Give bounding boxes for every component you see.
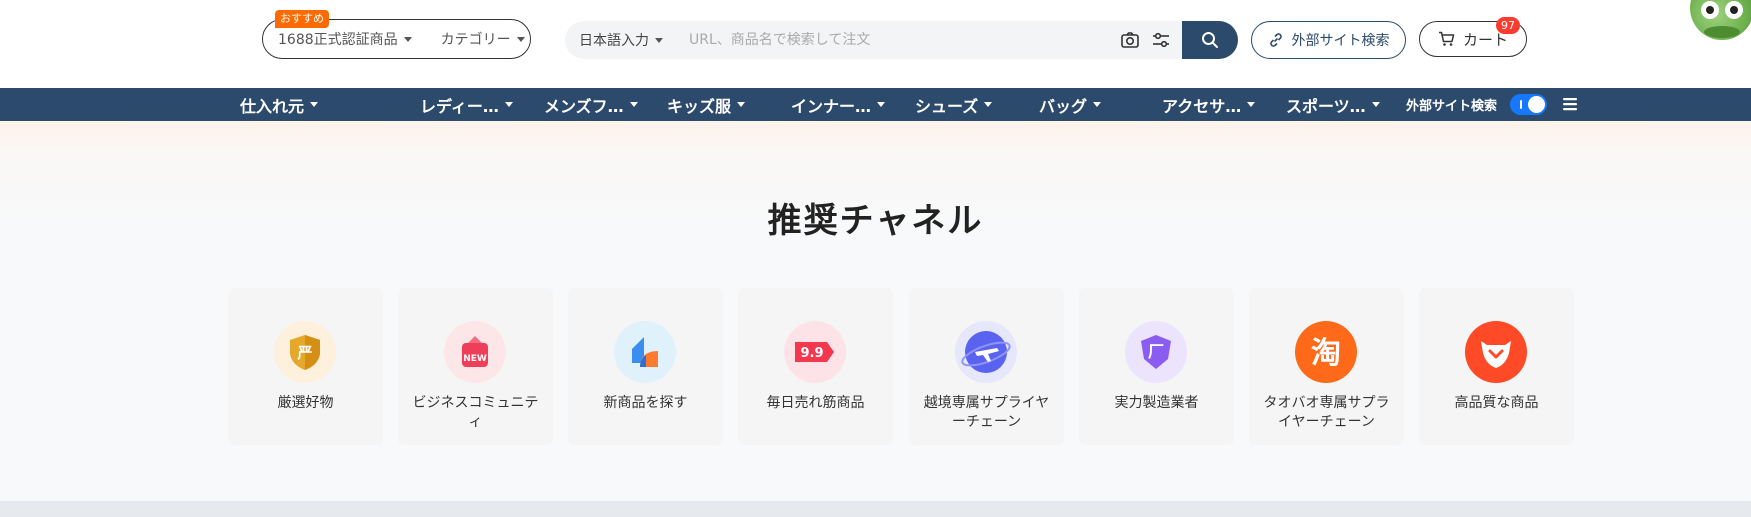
channel-card-business-community[interactable]: NEW ビジネスコミュニティ	[398, 288, 553, 445]
tmall-cat-icon	[1465, 321, 1527, 383]
external-site-search-label: 外部サイト検索	[1291, 33, 1390, 49]
factory-gem-icon: 厂	[1125, 321, 1187, 383]
yan-shield-icon: 严	[274, 321, 336, 383]
nav-item-accessories[interactable]: アクセサ…	[1162, 88, 1256, 121]
svg-text:NEW: NEW	[463, 354, 487, 364]
channel-label: タオバオ専属サプライヤーチェーン	[1263, 395, 1390, 430]
channel-card-cross-border-supply[interactable]: 越境専属サプライヤーチェーン	[909, 288, 1064, 445]
section-title: 推奨チャネル	[767, 201, 984, 241]
nav-item-label: メンズフ…	[544, 96, 624, 116]
input-language-label: 日本語入力	[579, 33, 649, 49]
airplane-icon	[955, 321, 1017, 383]
chevron-down-icon	[310, 102, 319, 107]
channel-card-high-quality[interactable]: 高品質な商品	[1419, 288, 1574, 445]
nav-item-ladies[interactable]: レディー…	[420, 88, 513, 121]
nav-item-label: レディー…	[420, 96, 499, 116]
nav-item-inner[interactable]: インナー…	[791, 88, 886, 121]
nav-item-label: キッズ服	[667, 96, 732, 116]
svg-text:严: 严	[296, 344, 312, 362]
taobao-icon: 淘	[1295, 321, 1357, 383]
top-header: おすすめ 1688正式認証商品 カテゴリー 日本語入力 外部サイト検索	[0, 0, 1751, 88]
channel-label: 毎日売れ筋商品	[766, 395, 865, 411]
chevron-down-icon	[737, 102, 746, 107]
nav-item-shoes[interactable]: シューズ	[915, 88, 993, 121]
search-button[interactable]	[1182, 21, 1238, 59]
site-dropdown[interactable]: 1688正式認証商品	[278, 29, 412, 49]
category-dropdown-label: カテゴリー	[440, 32, 511, 48]
channel-card-selected-goods[interactable]: 严 厳選好物	[228, 288, 383, 445]
chevron-down-icon	[1371, 102, 1380, 107]
search-icon	[1202, 32, 1218, 48]
link-icon	[1269, 33, 1282, 47]
channel-label: 厳選好物	[277, 395, 334, 411]
camera-icon[interactable]	[1120, 30, 1140, 50]
chevron-down-icon	[655, 37, 663, 43]
price-tag-9-9-icon: 9.9	[784, 321, 846, 383]
svg-text:淘: 淘	[1311, 336, 1341, 371]
cart-icon	[1438, 31, 1455, 46]
external-site-search-button[interactable]: 外部サイト検索	[1251, 21, 1406, 59]
new-gift-icon: NEW	[444, 321, 506, 383]
search-bar: 日本語入力	[565, 21, 1238, 59]
channel-label: 実力製造業者	[1114, 395, 1199, 411]
recommended-channels-section: 推奨チャネル 严 厳選好物 NEW ビジネスコミュニティ 新商品を探す 9.9 …	[0, 121, 1751, 501]
nav-item-label: インナー…	[791, 96, 872, 116]
svg-text:厂: 厂	[1148, 342, 1164, 361]
chevron-down-icon	[629, 102, 638, 107]
page-bottom-strip	[0, 501, 1751, 517]
recommend-badge: おすすめ	[275, 10, 329, 28]
search-input[interactable]	[687, 22, 1112, 58]
toggle-on-mark	[1520, 100, 1522, 109]
channel-label: 高品質な商品	[1454, 395, 1539, 411]
channel-label: 越境専属サプライヤーチェーン	[923, 395, 1050, 430]
frog-avatar-icon	[1701, 1, 1743, 38]
toggle-knob	[1528, 96, 1545, 113]
external-search-toggle[interactable]	[1510, 94, 1547, 115]
category-nav: 仕入れ元 レディー… メンズフ… キッズ服 インナー… シューズ バッグ アクセ…	[0, 88, 1751, 121]
sliders-icon[interactable]	[1151, 30, 1171, 50]
chevron-down-icon	[516, 36, 525, 42]
source-selector: おすすめ 1688正式認証商品 カテゴリー	[262, 10, 531, 59]
chevron-down-icon	[1247, 102, 1256, 107]
nav-item-label: 仕入れ元	[240, 96, 305, 116]
chevron-down-icon	[403, 36, 412, 42]
nav-external-search-label: 外部サイト検索	[1406, 99, 1498, 114]
chevron-down-icon	[1093, 102, 1102, 107]
svg-text:9.9: 9.9	[800, 346, 823, 361]
hamburger-menu-icon[interactable]	[1562, 96, 1578, 112]
input-language-dropdown[interactable]: 日本語入力	[565, 30, 665, 50]
nav-item-supplier[interactable]: 仕入れ元	[240, 88, 319, 121]
nav-item-label: アクセサ…	[1162, 96, 1242, 116]
category-dropdown[interactable]: カテゴリー	[441, 29, 525, 49]
cart-button[interactable]: カート 97	[1419, 17, 1527, 57]
channel-label: ビジネスコミュニティ	[412, 395, 539, 430]
channel-card-taobao-supply[interactable]: 淘 タオバオ専属サプライヤーチェーン	[1249, 288, 1404, 445]
nav-item-sports[interactable]: スポーツ…	[1286, 88, 1380, 121]
cart-count-badge: 97	[1496, 17, 1520, 34]
chevron-down-icon	[877, 102, 886, 107]
nav-item-bags[interactable]: バッグ	[1039, 88, 1102, 121]
nav-item-mens[interactable]: メンズフ…	[544, 88, 638, 121]
nav-item-label: スポーツ…	[1286, 96, 1366, 116]
avatar[interactable]	[1690, 0, 1751, 40]
chevron-down-icon	[984, 102, 993, 107]
nav-item-label: シューズ	[915, 96, 979, 116]
channel-label: 新商品を探す	[603, 395, 688, 411]
channel-card-find-new-products[interactable]: 新商品を探す	[568, 288, 723, 445]
channel-card-daily-bestsellers[interactable]: 9.9 毎日売れ筋商品	[738, 288, 893, 445]
nav-item-kids[interactable]: キッズ服	[667, 88, 746, 121]
chevron-down-icon	[504, 102, 513, 107]
new-product-icon	[614, 321, 676, 383]
channel-card-strong-manufacturers[interactable]: 厂 実力製造業者	[1079, 288, 1234, 445]
site-dropdown-label: 1688正式認証商品	[278, 32, 398, 48]
nav-item-label: バッグ	[1039, 96, 1088, 116]
